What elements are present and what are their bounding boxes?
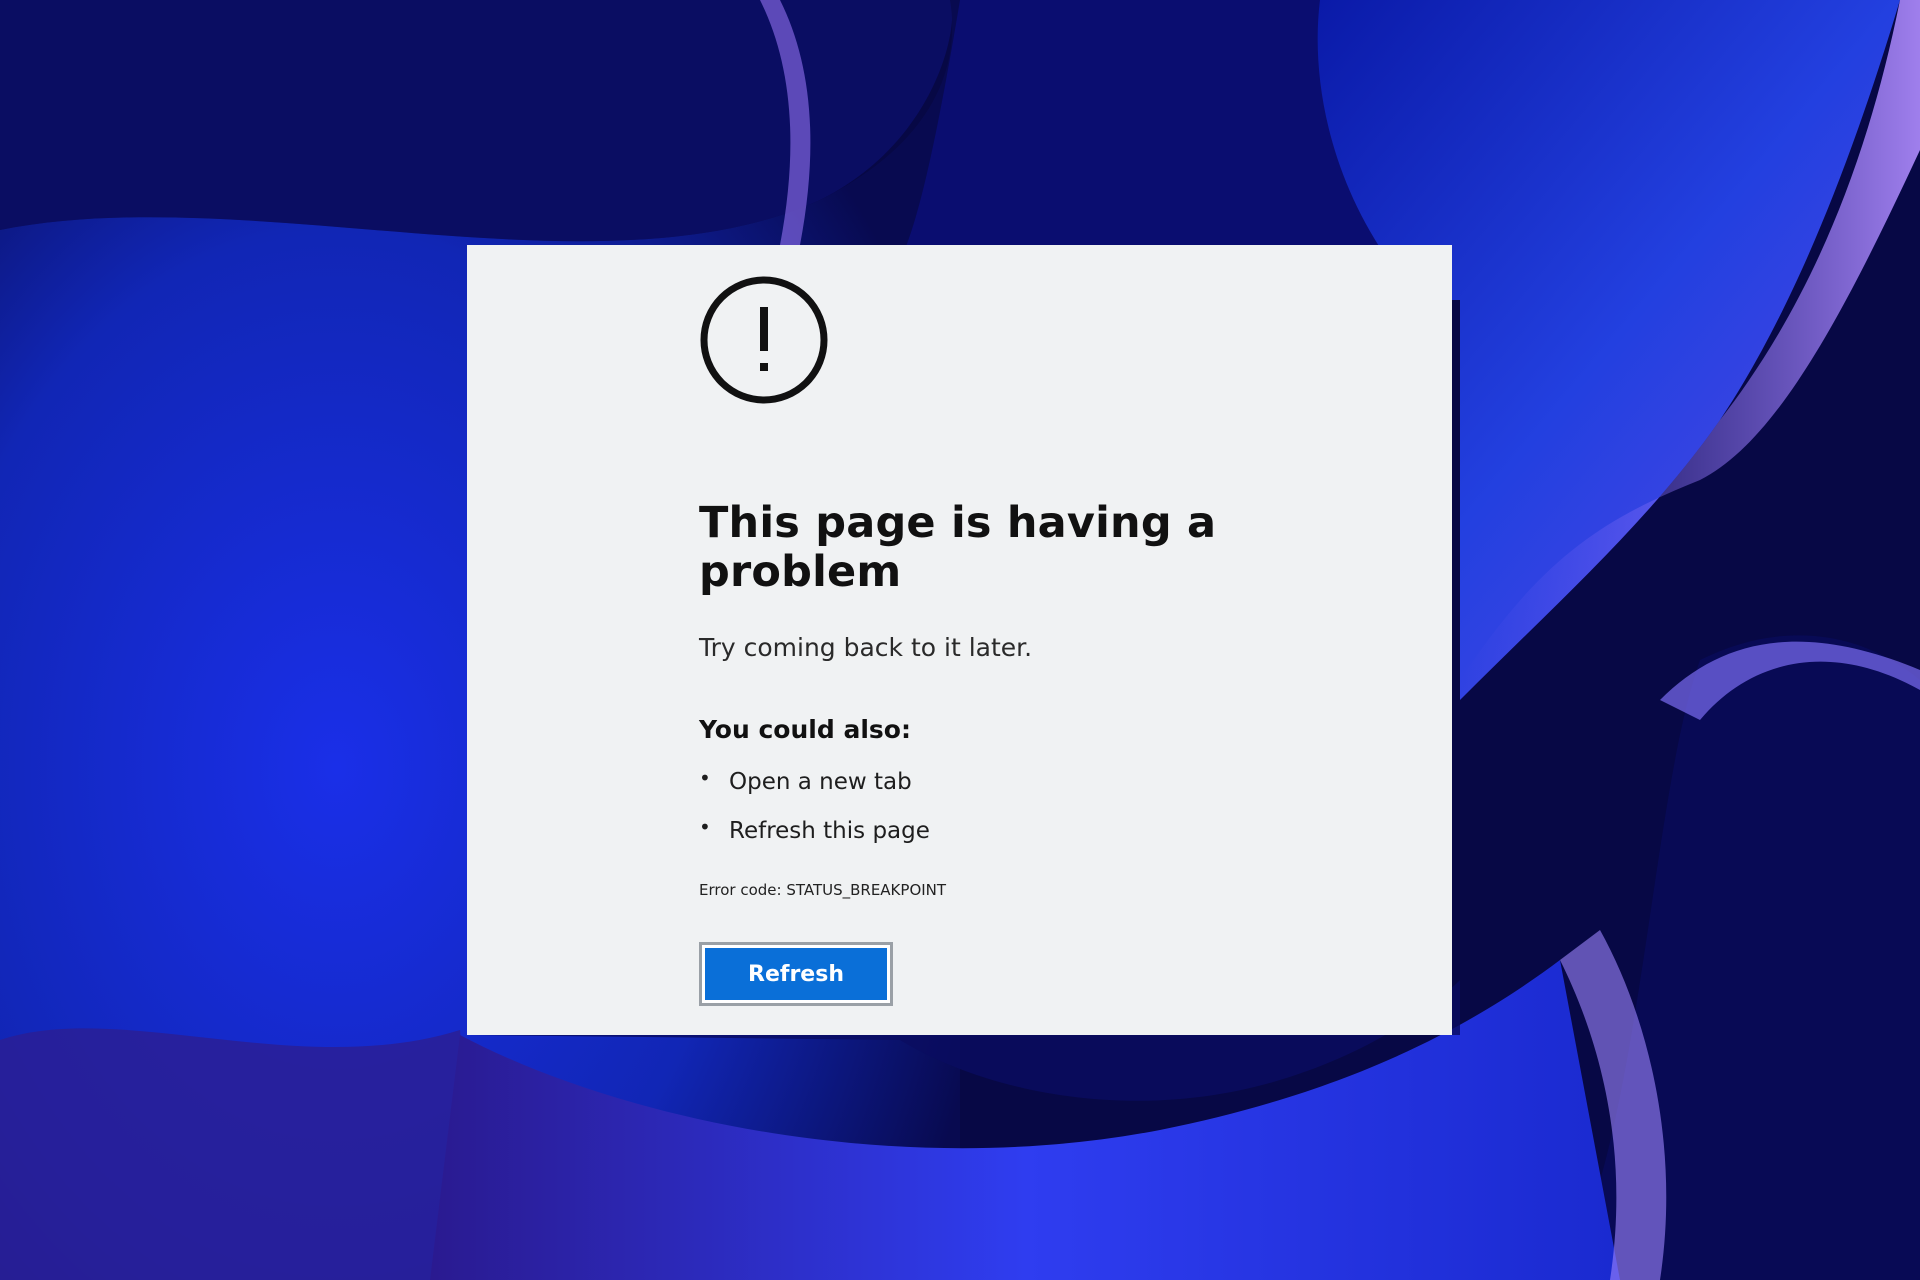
suggestion-open-new-tab: • Open a new tab [699, 766, 1419, 817]
suggestion-label: Refresh this page [729, 817, 930, 844]
refresh-button[interactable]: Refresh [699, 942, 893, 1006]
bullet-icon: • [699, 814, 711, 839]
error-content: This page is having a problem Try coming… [699, 275, 1419, 899]
suggestion-label: Open a new tab [729, 768, 912, 795]
bullet-icon: • [699, 765, 711, 790]
page-subtitle: Try coming back to it later. [699, 632, 1033, 662]
suggestion-refresh-page: • Refresh this page [699, 815, 1419, 866]
error-code: Error code: STATUS_BREAKPOINT [699, 880, 947, 899]
suggestions-heading: You could also: [699, 714, 911, 744]
page-title: This page is having a problem [699, 498, 1217, 598]
exclamation-circle-icon [700, 276, 828, 404]
refresh-button-label[interactable]: Refresh [705, 948, 887, 1000]
error-panel: This page is having a problem Try coming… [467, 245, 1452, 1035]
suggestions-list: • Open a new tab • Refresh this page [699, 766, 1419, 866]
